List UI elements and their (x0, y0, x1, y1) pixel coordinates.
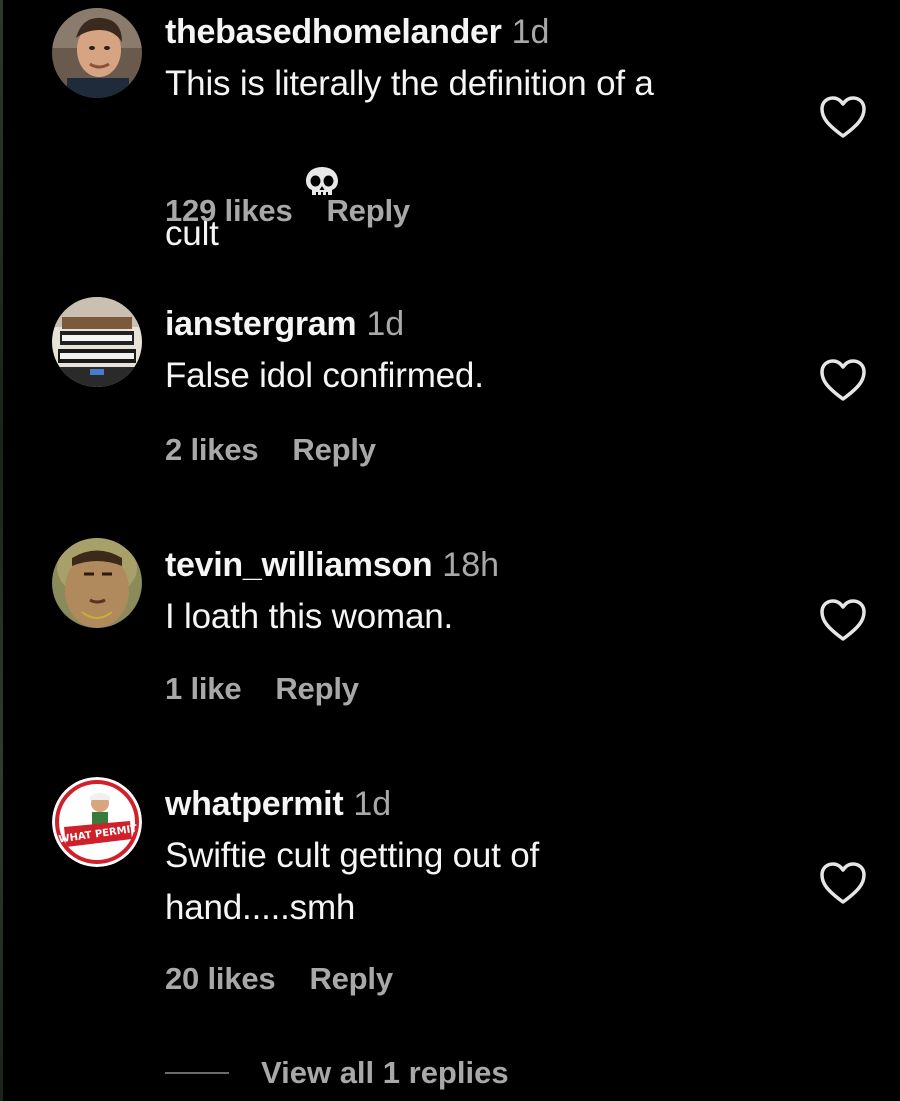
comment-meta: 2 likes Reply (165, 432, 376, 468)
username[interactable]: thebasedhomelander (165, 13, 502, 51)
timestamp: 18h (442, 546, 500, 584)
comment-header: tevin_williamson 18h (165, 545, 785, 585)
likes-count[interactable]: 1 like (165, 671, 242, 706)
comment-text: Swiftie cult getting out of hand.....smh (165, 836, 539, 927)
heart-icon[interactable] (818, 597, 868, 643)
divider-line (165, 1072, 229, 1074)
comment-meta: 20 likes Reply (165, 961, 393, 997)
reply-button[interactable]: Reply (309, 961, 393, 996)
likes-count[interactable]: 20 likes (165, 961, 276, 996)
username[interactable]: tevin_williamson (165, 546, 433, 584)
comment-header: thebasedhomelander 1d (165, 12, 785, 52)
skull-emoji (227, 110, 341, 266)
comment-meta: 1 like Reply (165, 671, 359, 707)
avatar[interactable] (52, 8, 142, 98)
timestamp: 1d (353, 785, 392, 823)
timestamp: 1d (511, 13, 550, 51)
likes-count[interactable]: 2 likes (165, 432, 259, 467)
view-replies-button[interactable]: View all 1 replies (165, 1055, 509, 1091)
heart-icon[interactable] (818, 860, 868, 906)
username[interactable]: whatpermit (165, 785, 344, 823)
avatar[interactable]: WHAT PERMIT (52, 777, 142, 867)
heart-icon[interactable] (818, 94, 868, 140)
comment-meta: 129 likes Reply (165, 193, 410, 229)
comment-text: False idol confirmed. (165, 356, 484, 395)
reply-button[interactable]: Reply (275, 671, 359, 706)
comment-header: ianstergram 1d (165, 304, 785, 344)
reply-button[interactable]: Reply (292, 432, 376, 467)
avatar[interactable] (52, 538, 142, 628)
comment-header: whatpermit 1d (165, 784, 785, 824)
username[interactable]: ianstergram (165, 305, 357, 343)
comment-text: I loath this woman. (165, 597, 454, 636)
window-edge (0, 0, 3, 1101)
view-replies-label: View all 1 replies (261, 1055, 509, 1090)
likes-count[interactable]: 129 likes (165, 193, 293, 228)
avatar[interactable] (52, 297, 142, 387)
reply-button[interactable]: Reply (326, 193, 410, 228)
heart-icon[interactable] (818, 357, 868, 403)
comment-text: This is literally the definition of a cu… (165, 58, 785, 266)
timestamp: 1d (366, 305, 405, 343)
